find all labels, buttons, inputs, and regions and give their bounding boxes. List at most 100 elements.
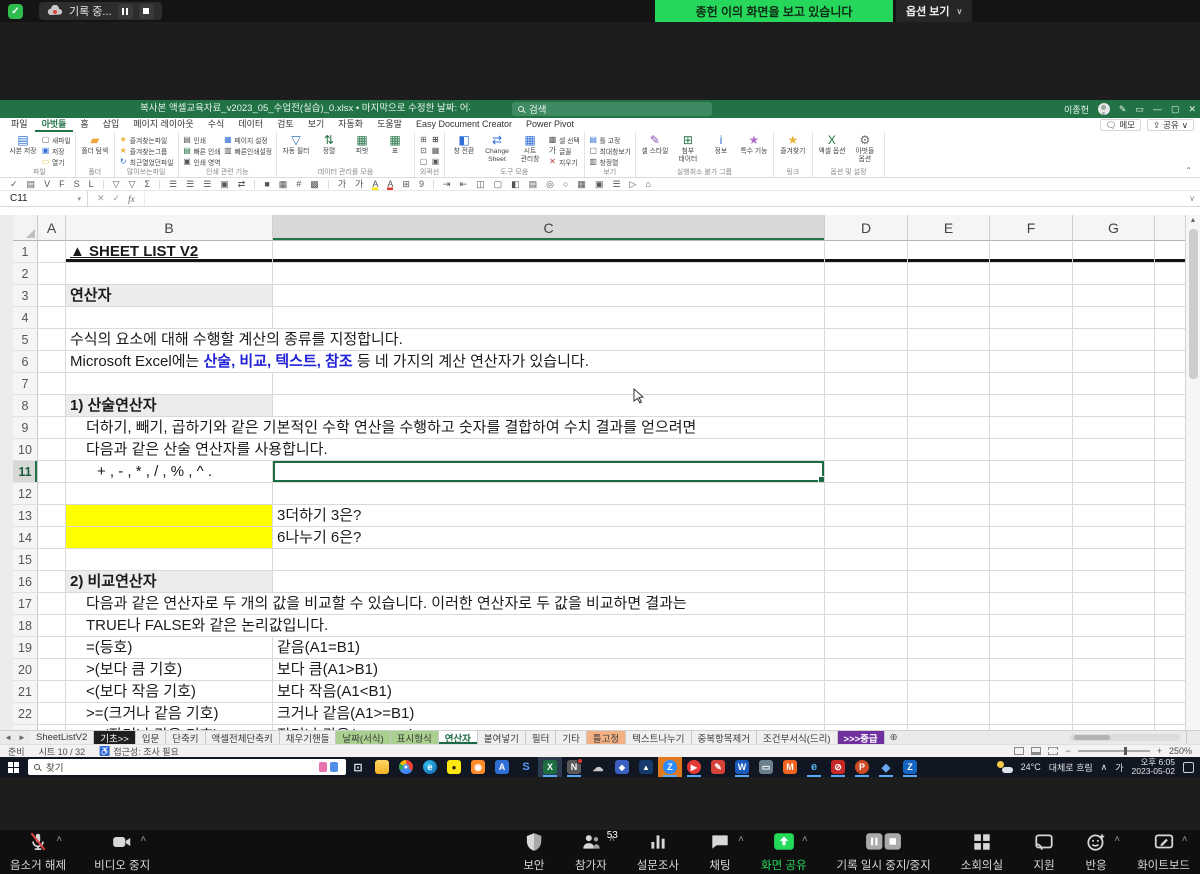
cell-E12[interactable] (908, 483, 990, 505)
cell-C7[interactable] (273, 373, 825, 395)
cell-G19[interactable] (1073, 637, 1155, 659)
cell-F8[interactable] (990, 395, 1073, 417)
cell-G3[interactable] (1073, 285, 1155, 307)
cell-B20[interactable]: >(보다 큼 기호) (66, 659, 273, 681)
collapse-ribbon-icon[interactable]: ⌃ (1185, 166, 1192, 175)
cell-E1[interactable] (908, 241, 990, 263)
comma-style-icon[interactable]: 9 (419, 178, 424, 190)
cell-F18[interactable] (990, 615, 1073, 637)
cell-E18[interactable] (908, 615, 990, 637)
cell-A1[interactable] (38, 241, 66, 263)
security-shield-icon[interactable]: ✓ (8, 4, 23, 19)
column-header-B[interactable]: B (66, 215, 273, 241)
taskbar-app-media-player[interactable]: ▶ (682, 757, 706, 777)
cell-B13[interactable] (66, 505, 273, 527)
sheet-tab->>>중급[interactable]: >>>중급 (838, 731, 885, 744)
cell-G10[interactable] (1073, 439, 1155, 461)
cell-E2[interactable] (908, 263, 990, 285)
taskbar-app-hancom[interactable]: A (490, 757, 514, 777)
sheet-tab-채우기핸들[interactable]: 채우기핸들 (280, 731, 337, 744)
ribbon-tab-삽입[interactable]: 삽입 (96, 118, 127, 132)
ribbon-button-시트 관리창[interactable]: ▦시트 관리창 (515, 133, 545, 163)
ribbon-button-border-thick[interactable]: ⊞ (431, 135, 440, 144)
taskbar-app-pen-app[interactable]: ✎ (706, 757, 730, 777)
row-header-22[interactable]: 22 (13, 703, 38, 725)
column-header-E[interactable]: E (908, 215, 990, 241)
select-all-corner[interactable] (13, 215, 38, 241)
zoom-in-icon[interactable]: + (1157, 746, 1162, 756)
action-center-icon[interactable] (1183, 762, 1194, 773)
cell-C22[interactable]: 크거나 같음(A1>=B1) (273, 703, 825, 725)
view-options-button[interactable]: 옵션 보기 ∨ (896, 0, 972, 22)
ribbon-button-특수 기능[interactable]: ★특수 기능 (739, 133, 769, 156)
zoom-slider[interactable] (1078, 750, 1150, 752)
scroll-up-icon[interactable]: ▲ (1190, 215, 1197, 227)
row-header-15[interactable]: 15 (13, 549, 38, 571)
cell-H5[interactable] (1155, 329, 1185, 351)
cell-F10[interactable] (990, 439, 1073, 461)
taskbar-app-cloud-app[interactable]: ☁ (586, 757, 610, 777)
weather-temp[interactable]: 24°C (1021, 762, 1041, 772)
cell-F1[interactable] (990, 241, 1073, 263)
align-left-icon[interactable]: ☰ (169, 178, 177, 190)
cell-C16[interactable] (273, 571, 825, 593)
cell-D8[interactable] (825, 395, 908, 417)
cell-B2[interactable] (66, 263, 273, 285)
cell-F22[interactable] (990, 703, 1073, 725)
column-header-D[interactable]: D (825, 215, 908, 241)
letter-s-icon[interactable]: S (74, 178, 80, 190)
cell-A19[interactable] (38, 637, 66, 659)
zoom-participants-button[interactable]: 53˄참가자 (575, 831, 607, 873)
cell-H20[interactable] (1155, 659, 1185, 681)
ribbon-tab-홈[interactable]: 홈 (73, 118, 95, 132)
font-decrease-icon[interactable]: 가 (355, 178, 363, 190)
cell-H3[interactable] (1155, 285, 1185, 307)
ribbon-tab-파일[interactable]: 파일 (4, 118, 35, 132)
ribbon-tab-Easy Document Creator[interactable]: Easy Document Creator (409, 118, 519, 132)
list-view-icon[interactable]: ☰ (612, 178, 620, 190)
cell-B11[interactable]: + , - , * , / , % , ^ . (66, 461, 273, 483)
cell-B16[interactable]: 2) 비교연산자 (66, 571, 273, 593)
indent-increase-icon[interactable]: ⇥ (443, 178, 451, 190)
zoom-area-icon[interactable]: ◎ (546, 178, 554, 190)
column-header-G[interactable]: G (1073, 215, 1155, 241)
cell-D19[interactable] (825, 637, 908, 659)
zoom-polls-button[interactable]: 설문조사 (637, 831, 679, 873)
cell-H21[interactable] (1155, 681, 1185, 703)
ribbon-button-열기[interactable]: ▭열기 (41, 157, 71, 166)
ribbon-button-border-box[interactable]: ▣ (431, 157, 440, 166)
align-right-icon[interactable]: ☰ (203, 178, 211, 190)
sheet-tab-중복항목제거[interactable]: 중복항목제거 (692, 731, 757, 744)
ribbon-button-셀 스타일[interactable]: ✎셀 스타일 (640, 133, 670, 156)
indent-decrease-icon[interactable]: ⇤ (460, 178, 468, 190)
cell-C4[interactable] (273, 307, 825, 329)
comments-button[interactable]: 🗨메모 (1100, 119, 1141, 131)
ribbon-button-border-outside[interactable]: ⊡ (419, 146, 428, 155)
taskbar-clock[interactable]: 오후 6:05 2023-05-02 (1132, 758, 1175, 776)
cell-A22[interactable] (38, 703, 66, 725)
cell-B14[interactable] (66, 527, 273, 549)
sheet-tab-붙여넣기[interactable]: 붙여넣기 (478, 731, 526, 744)
align-justify-icon[interactable]: ▣ (220, 178, 229, 190)
cell-G21[interactable] (1073, 681, 1155, 703)
chevron-up-icon[interactable]: ˄ (802, 834, 808, 845)
align-center-icon[interactable]: ☰ (186, 178, 194, 190)
cell-D22[interactable] (825, 703, 908, 725)
taskbar-app-task-view[interactable]: ⊡ (346, 757, 370, 777)
zoom-slider-thumb[interactable] (1124, 747, 1127, 755)
filter-clear-icon[interactable]: ▽ (129, 178, 136, 190)
sheet-tab-기초>>[interactable]: 기초>> (94, 731, 136, 744)
cell-G20[interactable] (1073, 659, 1155, 681)
cell-G9[interactable] (1073, 417, 1155, 439)
cell-E17[interactable] (908, 593, 990, 615)
ribbon-button-border-all[interactable]: ⊞ (419, 135, 428, 144)
cell-B1[interactable]: ▲ SHEET LIST V2 (66, 241, 273, 263)
cell-C8[interactable] (273, 395, 825, 417)
ribbon-button-빠른인쇄설정[interactable]: ▥빠른인쇄설정 (223, 146, 272, 155)
cell-B18[interactable]: TRUE나 FALSE와 같은 논리값입니다. (66, 615, 273, 637)
ribbon-button-창정렬[interactable]: ▥창정렬 (589, 157, 631, 166)
ribbon-button-피벗[interactable]: ▦피벗 (347, 133, 377, 156)
cell-B19[interactable]: =(등호) (66, 637, 273, 659)
cell-D17[interactable] (825, 593, 908, 615)
taskbar-app-mini-blue-app[interactable]: ◆ (874, 757, 898, 777)
